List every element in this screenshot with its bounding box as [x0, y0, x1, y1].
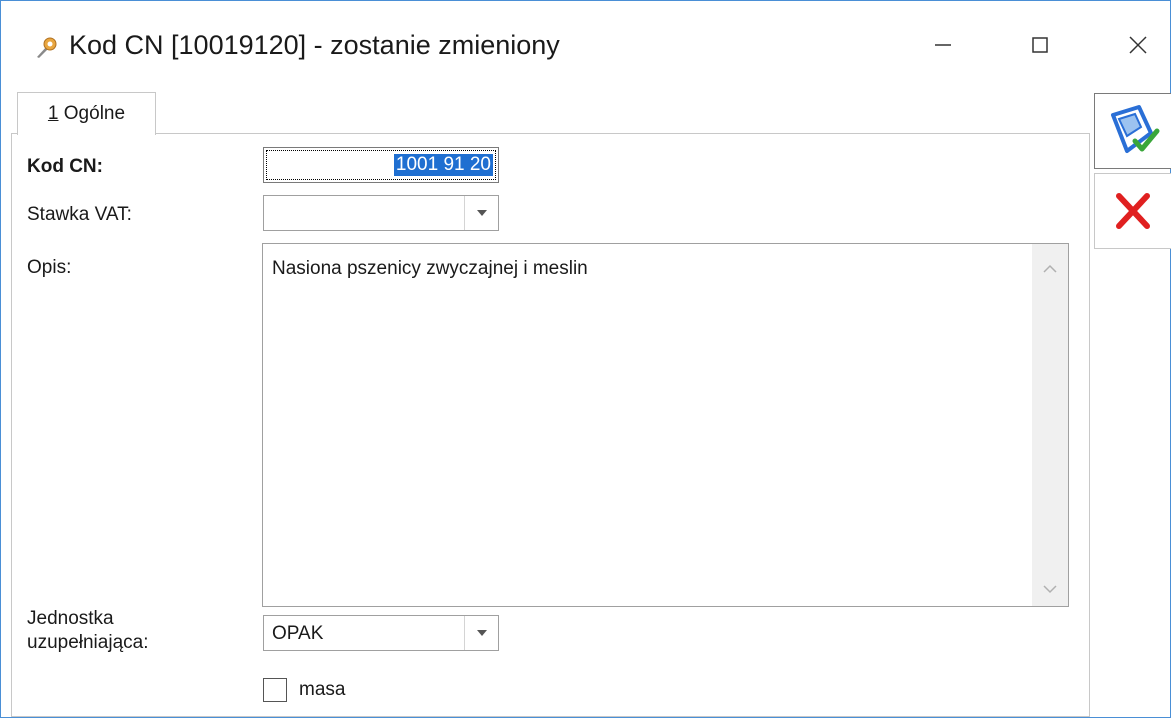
minimize-icon: [935, 44, 951, 46]
save-confirm-icon: [1111, 105, 1160, 153]
opis-textarea[interactable]: Nasiona pszenicy zwyczajnej i meslin: [262, 243, 1069, 607]
window-title: Kod CN [10019120] - zostanie zmieniony: [69, 30, 560, 60]
opis-scrollbar[interactable]: [1032, 244, 1068, 606]
jednostka-label: Jednostka uzupełniająca:: [27, 607, 148, 655]
opis-value: Nasiona pszenicy zwyczajnej i meslin: [272, 258, 588, 279]
jednostka-label-line2: uzupełniająca:: [27, 632, 149, 653]
title-bar[interactable]: Kod CN [10019120] - zostanie zmieniony: [1, 1, 1170, 93]
stawka-vat-label: Stawka VAT:: [27, 204, 132, 225]
jednostka-dropdown-button[interactable]: [464, 616, 498, 650]
kod-cn-input[interactable]: 1001 91 20: [263, 147, 499, 183]
scroll-up-button[interactable]: [1032, 254, 1068, 284]
scroll-down-button[interactable]: [1032, 574, 1068, 604]
chevron-down-icon: [476, 630, 487, 636]
tab-ogolne[interactable]: 1 Ogólne: [17, 92, 156, 135]
jednostka-combo[interactable]: OPAK: [263, 615, 499, 651]
maximize-button[interactable]: [1010, 17, 1070, 73]
jednostka-value: OPAK: [272, 623, 324, 644]
close-icon: [1129, 36, 1147, 54]
cancel-button[interactable]: [1094, 173, 1171, 249]
jednostka-label-line1: Jednostka: [27, 608, 114, 629]
maximize-icon: [1032, 37, 1048, 53]
masa-label: masa: [299, 679, 346, 700]
stawka-vat-combo[interactable]: [263, 195, 499, 231]
minimize-button[interactable]: [913, 17, 973, 73]
kod-cn-value: 1001 91 20: [393, 154, 493, 176]
tab-number: 1: [47, 103, 59, 124]
chevron-down-icon: [1043, 585, 1057, 594]
tab-label: Ogólne: [63, 103, 126, 124]
chevron-down-icon: [476, 210, 487, 216]
kod-cn-label: Kod CN:: [27, 156, 103, 177]
close-button[interactable]: [1108, 17, 1168, 73]
masa-checkbox[interactable]: [263, 678, 287, 702]
app-icon: [35, 37, 57, 59]
chevron-up-icon: [1043, 264, 1057, 273]
opis-label: Opis:: [27, 257, 72, 278]
dialog-window: Kod CN [10019120] - zostanie zmieniony 1…: [0, 0, 1171, 718]
cancel-icon: [1116, 193, 1150, 229]
stawka-vat-dropdown-button[interactable]: [464, 196, 498, 230]
save-button[interactable]: [1094, 93, 1171, 169]
